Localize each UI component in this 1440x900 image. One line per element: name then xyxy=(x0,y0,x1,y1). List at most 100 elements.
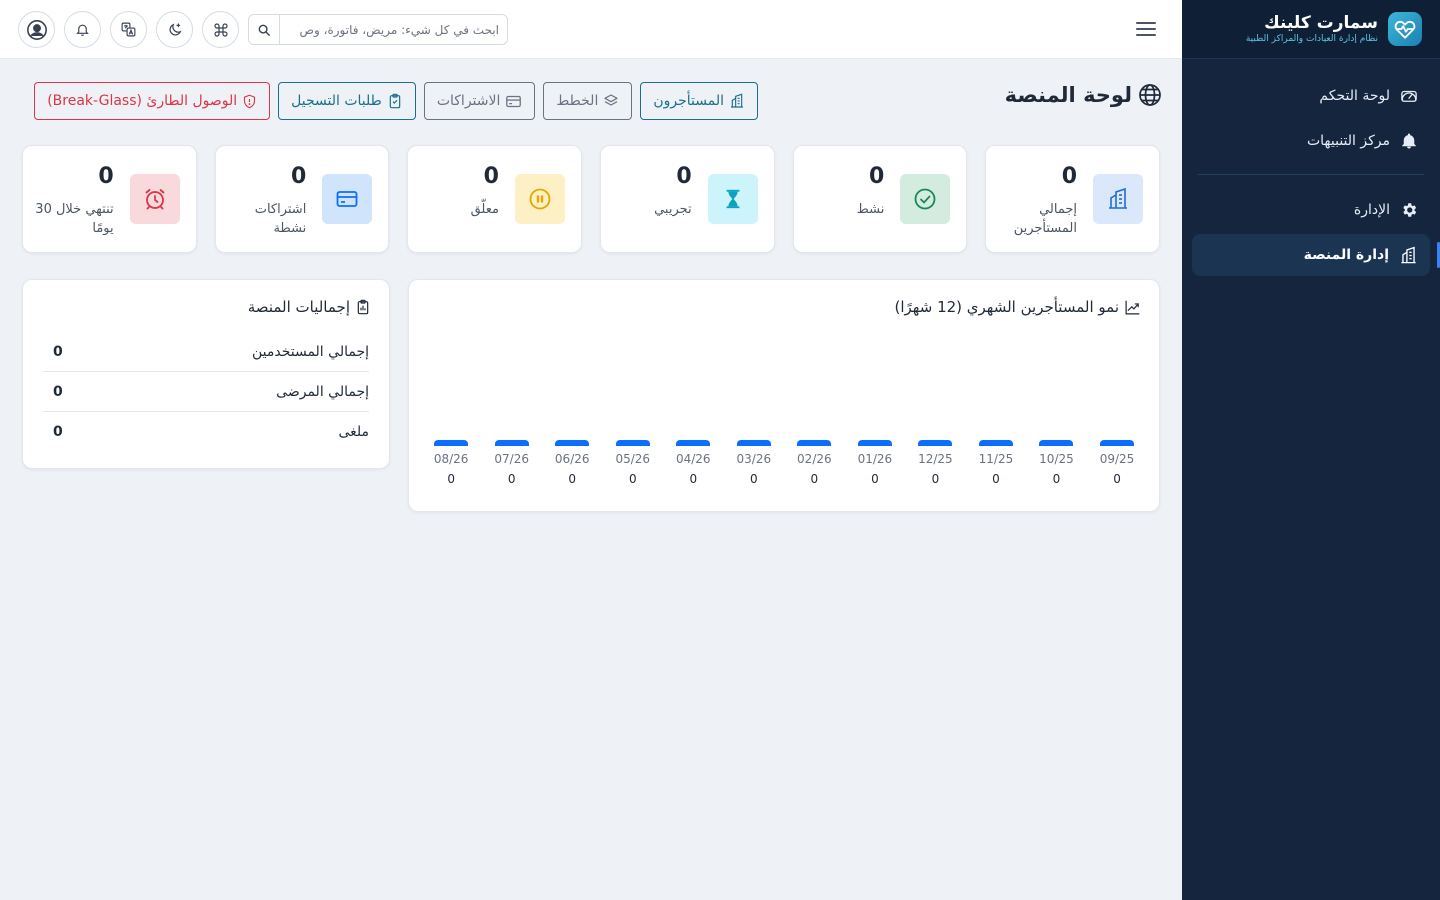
page-header: لوحة المنصة xyxy=(1005,83,1162,107)
bar-value-label: 0 xyxy=(447,472,455,486)
sidebar-item-dashboard[interactable]: لوحة التحكم xyxy=(1192,75,1430,117)
sidebar-item-platform[interactable]: إدارة المنصة xyxy=(1192,234,1440,276)
credit-card-icon xyxy=(506,95,522,107)
button-label: الخطط xyxy=(556,93,599,109)
notifications-button[interactable] xyxy=(64,11,101,48)
totals-row: إجمالي المستخدمين 0 xyxy=(43,332,369,372)
brand-subtitle: نظام إدارة العيادات والمراكز الطبية xyxy=(1245,34,1378,44)
tenant-growth-panel: نمو المستأجرين الشهري (12 شهرًا) 09/25 0 1… xyxy=(408,279,1160,512)
x-tick-label: 06/26 xyxy=(554,452,590,466)
x-tick-label: 07/26 xyxy=(494,452,529,466)
x-tick-label: 04/26 xyxy=(675,452,711,466)
button-label: الاشتراكات xyxy=(436,93,501,109)
buildings-icon xyxy=(1093,174,1143,224)
clipboard-chart-icon xyxy=(357,299,369,315)
page-actions: المستأجرون الخطط الاشتراكات طلبات التسجي… xyxy=(22,82,758,120)
user-menu-button[interactable] xyxy=(18,11,55,48)
theme-toggle-button[interactable] xyxy=(156,11,193,48)
bar-column: 09/25 0 xyxy=(1093,440,1141,495)
tenants-button[interactable]: المستأجرون xyxy=(640,82,758,120)
bar-value-label: 0 xyxy=(1113,472,1121,486)
x-tick-label: 08/26 xyxy=(433,452,469,466)
button-label: طلبات التسجيل xyxy=(291,93,382,109)
credit-card-icon xyxy=(322,174,373,224)
bar-value-label: 0 xyxy=(750,472,758,486)
brand-name: سمارت كلينك xyxy=(1264,13,1378,33)
registration-requests-button[interactable]: طلبات التسجيل xyxy=(278,82,416,120)
sidebar-divider xyxy=(1198,174,1424,175)
heart-pulse-logo-icon xyxy=(1388,12,1422,46)
bar-column: 12/25 0 xyxy=(911,440,959,495)
panel-title: نمو المستأجرين الشهري (12 شهرًا) xyxy=(895,298,1141,316)
sidebar-item-admin[interactable]: الإدارة xyxy=(1192,189,1430,231)
command-palette-button[interactable] xyxy=(202,11,239,48)
totals-label: إجمالي المرضى xyxy=(276,383,369,400)
totals-label: ملغى xyxy=(338,424,369,440)
plans-button[interactable]: الخطط xyxy=(543,82,633,120)
search-input[interactable] xyxy=(280,15,507,44)
break-glass-button[interactable]: الوصول الطارئ (Break-Glass) xyxy=(34,82,271,120)
x-tick-label: 03/26 xyxy=(736,452,772,466)
stat-card-total-tenants: 0 إجمالي المستأجرين xyxy=(985,145,1160,253)
stat-value: 0 xyxy=(291,164,307,189)
chart-bar xyxy=(857,440,892,446)
buildings-icon xyxy=(731,93,743,108)
stat-card-expiring-soon: 0 تنتهي خلال 30 يومًا xyxy=(21,145,197,253)
x-tick-label: 11/25 xyxy=(978,452,1014,466)
chart-bar xyxy=(1039,440,1074,446)
chart-bar xyxy=(978,440,1013,446)
bar-value-label: 0 xyxy=(507,472,516,486)
brand-header: سمارت كلينك نظام إدارة العيادات والمراكز… xyxy=(1182,0,1440,59)
stat-label: اشتراكات نشطة xyxy=(254,202,307,236)
stat-label: تنتهي خلال 30 يومًا xyxy=(35,202,114,236)
chart-bar xyxy=(615,440,650,446)
search-icon xyxy=(258,24,270,36)
button-label: المستأجرون xyxy=(653,93,724,109)
search-button[interactable] xyxy=(249,15,280,44)
bar-column: 06/26 0 xyxy=(548,440,596,495)
language-button[interactable] xyxy=(110,11,147,48)
totals-row: ملغى 0 xyxy=(43,412,369,452)
top-actions xyxy=(18,11,239,48)
check-circle-icon xyxy=(900,174,951,224)
sidebar-item-label: لوحة التحكم xyxy=(1319,88,1390,104)
stat-value: 0 xyxy=(869,164,885,189)
bar-value-label: 0 xyxy=(871,472,879,486)
top-bar xyxy=(0,0,1182,59)
x-tick-label: 10/25 xyxy=(1039,452,1074,466)
x-tick-label: 09/25 xyxy=(1099,452,1135,466)
dashboard-gauge-icon xyxy=(1401,90,1417,102)
user-circle-icon xyxy=(26,19,47,40)
chart-bar xyxy=(736,440,771,446)
menu-toggle-icon[interactable] xyxy=(1136,18,1156,40)
bar-value-label: 0 xyxy=(628,472,637,486)
chart-bar xyxy=(555,440,590,446)
stat-value: 0 xyxy=(483,164,499,189)
totals-row: إجمالي المرضى 0 xyxy=(43,372,369,412)
bar-column: 03/26 0 xyxy=(730,440,778,495)
totals-value: 0 xyxy=(53,424,63,440)
sidebar-item-label: الإدارة xyxy=(1353,202,1390,218)
globe-icon xyxy=(1139,84,1161,106)
moon-icon xyxy=(169,22,181,35)
chart-bar xyxy=(676,440,711,446)
main-content: لوحة المنصة المستأجرون الخطط الاشتراكات … xyxy=(0,59,1182,900)
x-tick-label: 01/26 xyxy=(857,452,893,466)
x-tick-label: 05/26 xyxy=(615,452,651,466)
totals-title: إجماليات المنصة xyxy=(247,298,350,316)
sidebar: سمارت كلينك نظام إدارة العيادات والمراكز… xyxy=(1182,0,1440,900)
subscriptions-button[interactable]: الاشتراكات xyxy=(423,82,536,120)
stat-card-trial: 0 تجريبي xyxy=(599,145,775,253)
page-title: لوحة المنصة xyxy=(1004,83,1132,107)
stat-label: معلّق xyxy=(470,202,499,217)
totals-value: 0 xyxy=(53,383,63,400)
command-icon xyxy=(213,22,228,37)
trending-up-icon xyxy=(1125,300,1140,314)
chart-bar xyxy=(797,440,832,446)
stat-card-suspended: 0 معلّق xyxy=(407,145,582,253)
pause-circle-icon xyxy=(514,174,565,224)
bar-value-label: 0 xyxy=(931,472,940,486)
x-tick-label: 02/26 xyxy=(797,452,832,466)
sidebar-item-alerts[interactable]: مركز التنبيهات xyxy=(1192,120,1430,162)
chart-title: نمو المستأجرين الشهري (12 شهرًا) xyxy=(894,298,1119,316)
